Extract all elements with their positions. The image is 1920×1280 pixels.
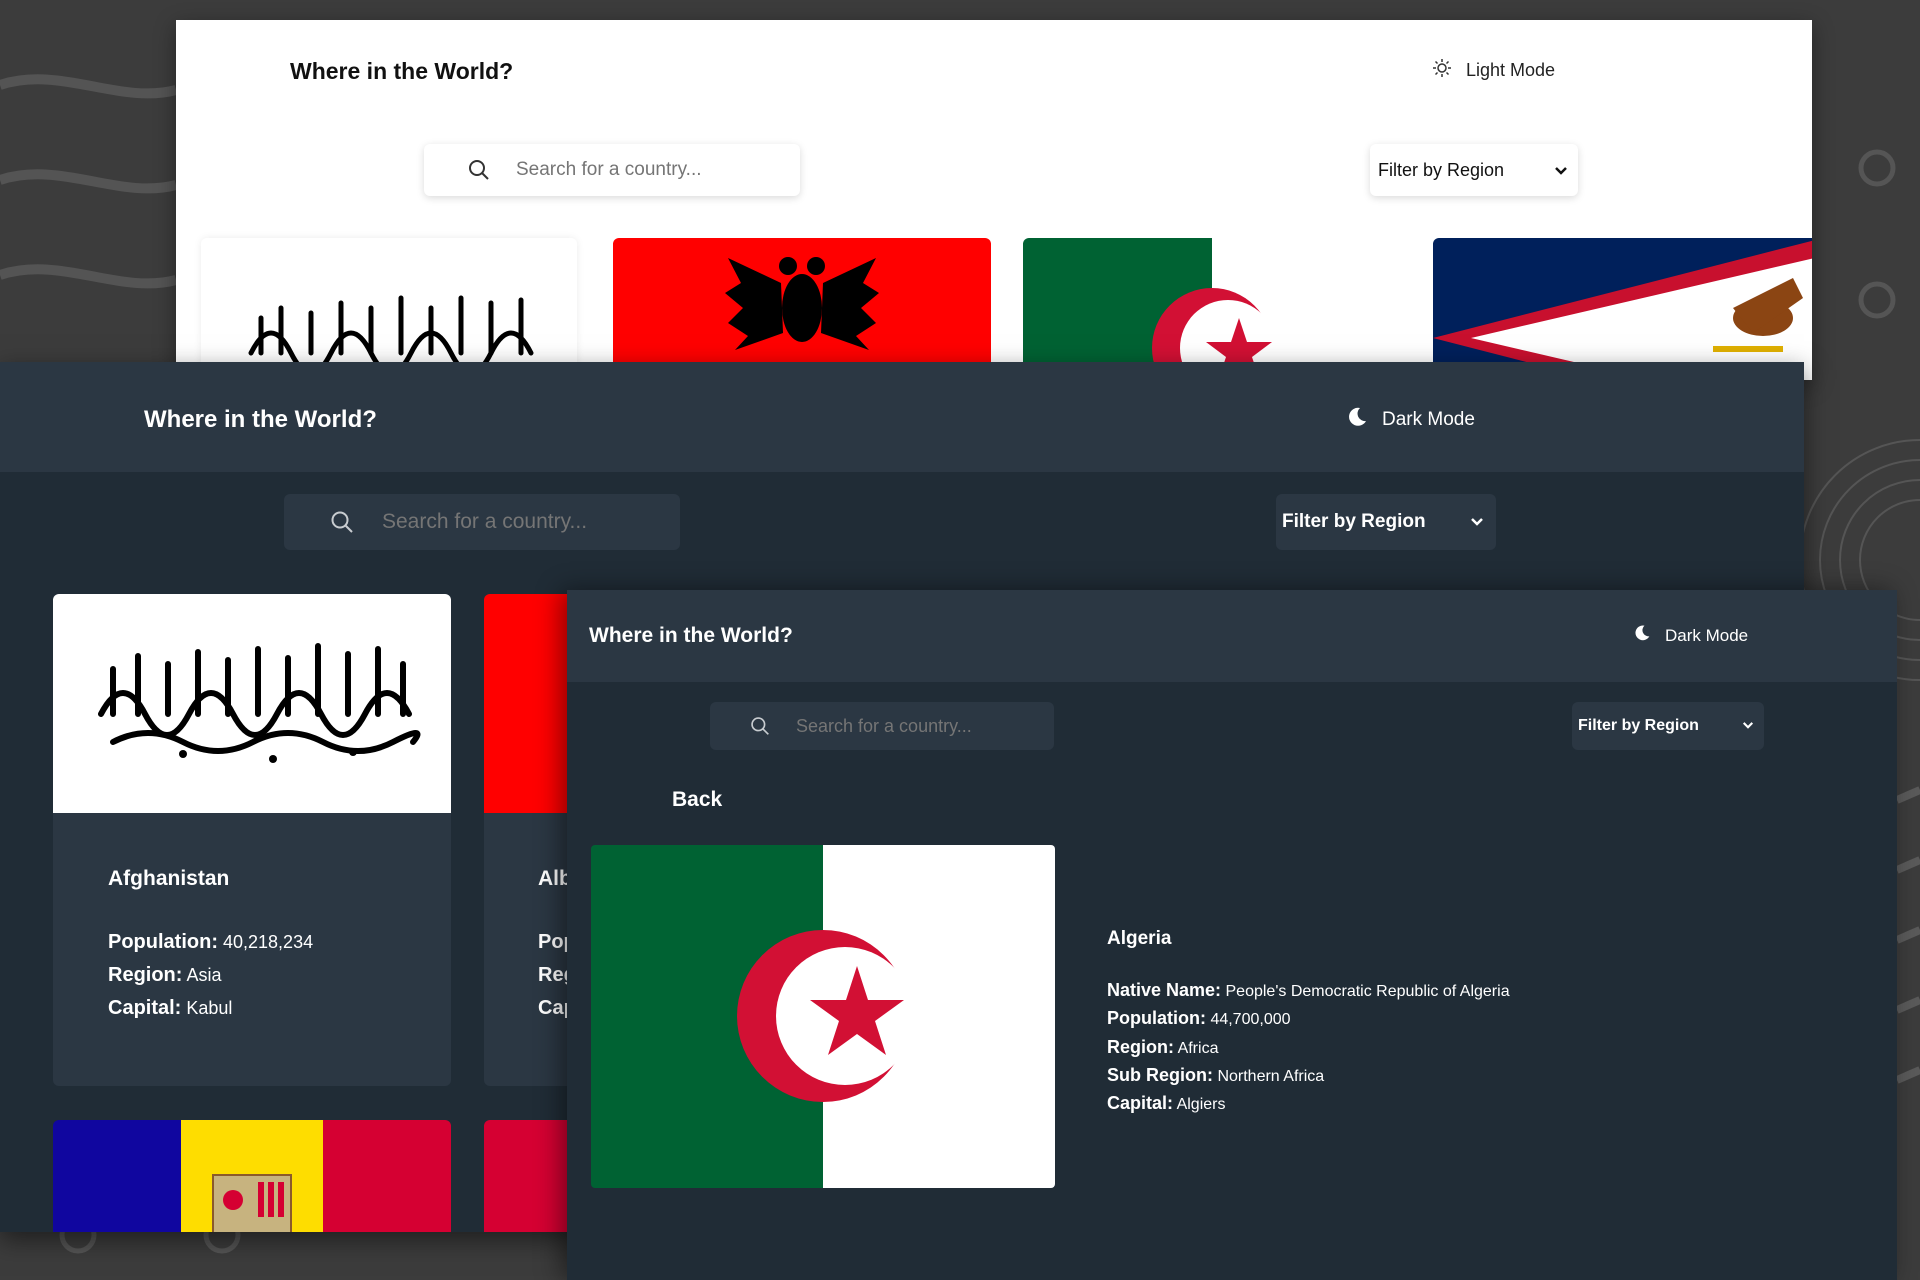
- chevron-down-icon: [1470, 511, 1484, 533]
- country-card[interactable]: [1433, 238, 1812, 380]
- capital-value: Algiers: [1176, 1096, 1226, 1113]
- back-button[interactable]: Back: [672, 788, 722, 812]
- flag-albania: [613, 238, 991, 380]
- app-title: Where in the World?: [290, 58, 514, 84]
- region-value: Asia: [186, 965, 222, 985]
- filter-label: Filter by Region: [1282, 511, 1426, 532]
- theme-toggle-label: Dark Mode: [1382, 409, 1475, 430]
- search-input[interactable]: [794, 714, 1048, 738]
- country-card[interactable]: Afghanistan Population: 40,218,234 Regio…: [53, 594, 451, 1086]
- sun-icon: [1432, 58, 1452, 83]
- capital-row: Capital: Algiers: [1107, 1093, 1225, 1114]
- theme-toggle[interactable]: Dark Mode: [1346, 406, 1475, 434]
- capital-label: Capital:: [108, 997, 182, 1019]
- chevron-down-icon: [1554, 160, 1568, 181]
- population-row: Population: 44,700,000: [1107, 1008, 1291, 1029]
- population-label: Population:: [1107, 1008, 1206, 1028]
- region-filter-select[interactable]: Filter by Region: [1572, 702, 1764, 750]
- theme-toggle[interactable]: Dark Mode: [1633, 624, 1748, 647]
- flag-american-samoa: [1433, 238, 1812, 380]
- flag-afghanistan: [201, 238, 577, 380]
- search-box[interactable]: [284, 494, 680, 550]
- filter-label: Filter by Region: [1578, 717, 1699, 734]
- native-name-row: Native Name: People's Democratic Republi…: [1107, 980, 1510, 1001]
- search-box[interactable]: [710, 702, 1054, 750]
- population-label: Population:: [108, 931, 218, 953]
- theme-toggle-label: Light Mode: [1466, 60, 1556, 80]
- moon-icon: [1346, 406, 1368, 434]
- search-icon: [330, 510, 354, 534]
- population-row: Population: 40,218,234: [108, 931, 313, 954]
- native-name-value: People's Democratic Republic of Algeria: [1225, 983, 1510, 1000]
- moon-icon: [1633, 624, 1651, 647]
- country-card[interactable]: [201, 238, 577, 380]
- country-card[interactable]: [53, 1120, 451, 1232]
- population-value: 44,700,000: [1210, 1011, 1291, 1028]
- card-info: Afghanistan Population: 40,218,234 Regio…: [53, 813, 451, 1086]
- search-box[interactable]: [424, 144, 800, 196]
- theme-toggle[interactable]: Light Mode: [1432, 58, 1555, 83]
- flag-algeria: [591, 845, 1055, 1188]
- chevron-down-icon: [1742, 717, 1754, 735]
- country-detail-screen: Where in the World? Dark Mode Filter by …: [567, 590, 1897, 1280]
- region-label: Region:: [108, 964, 183, 986]
- search-input[interactable]: [514, 158, 798, 182]
- search-input[interactable]: [380, 509, 680, 535]
- search-icon: [750, 716, 770, 736]
- region-value: Africa: [1177, 1040, 1219, 1057]
- filter-label: Filter by Region: [1378, 159, 1505, 180]
- country-card[interactable]: [1023, 238, 1401, 380]
- flag-afghanistan: [53, 594, 451, 813]
- region-filter-select[interactable]: Filter by Region: [1370, 144, 1578, 196]
- population-value: 40,218,234: [223, 932, 314, 952]
- subregion-label: Sub Region:: [1107, 1065, 1213, 1085]
- theme-toggle-label: Dark Mode: [1665, 625, 1749, 645]
- app-title: Where in the World?: [589, 624, 793, 647]
- country-name: Algeria: [1107, 928, 1172, 949]
- region-label: Region:: [1107, 1037, 1174, 1057]
- flag-andorra: [53, 1120, 451, 1232]
- search-icon: [468, 159, 490, 181]
- region-row: Region: Asia: [108, 964, 221, 987]
- country-card[interactable]: [613, 238, 991, 380]
- subregion-row: Sub Region: Northern Africa: [1107, 1065, 1324, 1086]
- capital-row: Capital: Kabul: [108, 997, 232, 1020]
- light-mode-screen: Where in the World? Light Mode Filter by…: [176, 20, 1812, 380]
- flag-algeria: [1023, 238, 1401, 380]
- region-filter-select[interactable]: Filter by Region: [1276, 494, 1496, 550]
- country-name: Afghanistan: [108, 867, 230, 890]
- region-row: Region: Africa: [1107, 1037, 1218, 1058]
- native-name-label: Native Name:: [1107, 980, 1222, 1000]
- subregion-value: Northern Africa: [1217, 1068, 1325, 1085]
- capital-label: Capital:: [1107, 1093, 1174, 1113]
- app-title: Where in the World?: [144, 406, 377, 433]
- capital-value: Kabul: [186, 998, 233, 1018]
